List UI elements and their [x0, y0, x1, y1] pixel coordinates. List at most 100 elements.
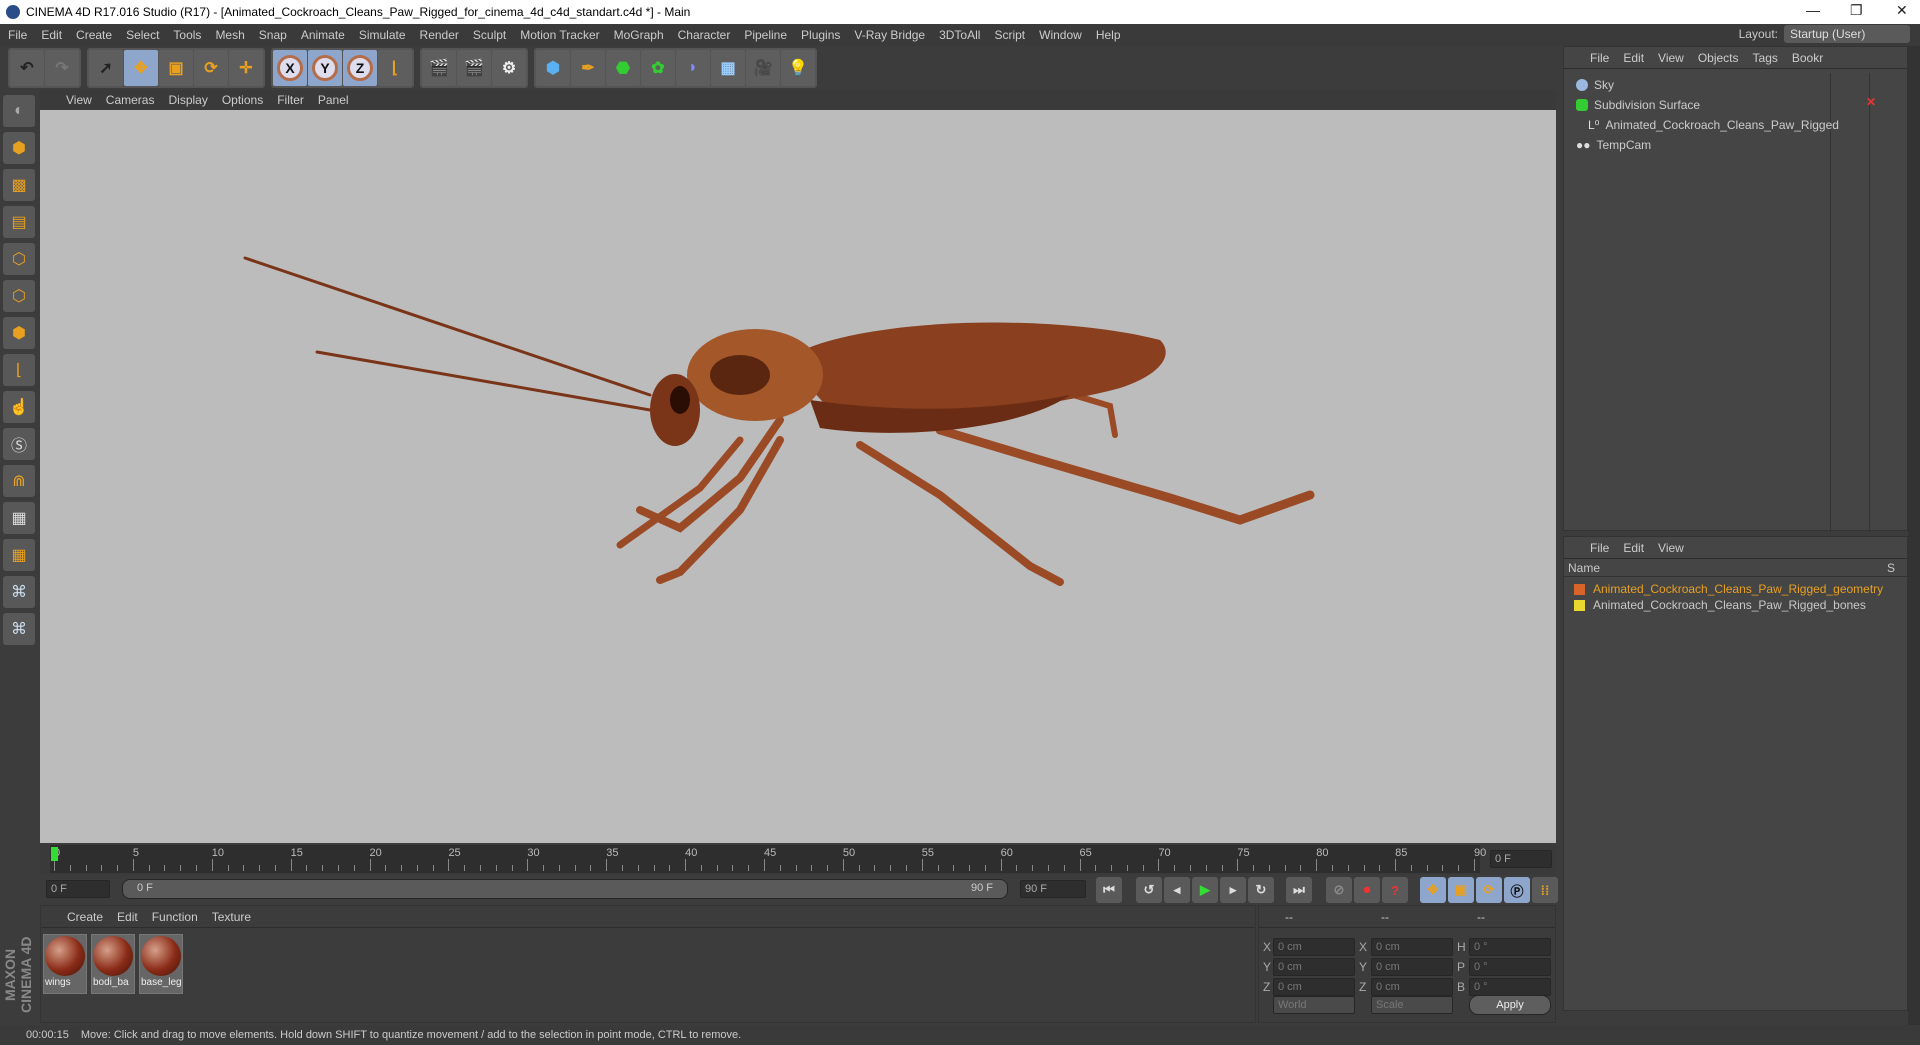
coordinate-system-icon[interactable]: ⌊	[378, 50, 412, 86]
size-z-field[interactable]: 0 cm	[1371, 978, 1453, 996]
close-button[interactable]: ✕	[1896, 2, 1908, 19]
autokey-icon[interactable]: ⏺	[1354, 877, 1380, 903]
layer-menu-view[interactable]: View	[1658, 541, 1684, 555]
key-position-icon[interactable]: ✥	[1420, 877, 1446, 903]
object-menu-objects[interactable]: Objects	[1698, 51, 1739, 65]
next-key-icon[interactable]: ↻	[1248, 877, 1274, 903]
grid-icon[interactable]: ▦	[3, 539, 35, 571]
edges-mode-icon[interactable]: ⬡	[3, 280, 35, 312]
frame-range-slider[interactable]: 0 F 90 F	[122, 879, 1008, 899]
menu-mesh[interactable]: Mesh	[215, 28, 244, 42]
timeline-ruler[interactable]: 051015202530354045505560657075808590 0 F	[40, 845, 1556, 875]
points-mode-icon[interactable]: ⬡	[3, 243, 35, 275]
x-axis-lock[interactable]: X	[273, 50, 307, 86]
camera-icon[interactable]: 🎥	[746, 50, 780, 86]
python-script-icon[interactable]: ⌘	[3, 613, 35, 645]
viewport-menu-display[interactable]: Display	[168, 93, 207, 107]
menu-render[interactable]: Render	[420, 28, 459, 42]
floor-icon[interactable]: ▦	[711, 50, 745, 86]
menu-file[interactable]: File	[8, 28, 27, 42]
material-menu-texture[interactable]: Texture	[212, 910, 251, 924]
key-rotation-icon[interactable]: ⟳	[1476, 877, 1502, 903]
menu-create[interactable]: Create	[76, 28, 112, 42]
snap-icon[interactable]: Ⓢ	[3, 428, 35, 460]
object-cockroach[interactable]: L⁰ Animated_Cockroach_Cleans_Paw_Rigged	[1564, 115, 1839, 135]
polygons-mode-icon[interactable]: ⬢	[3, 317, 35, 349]
minimize-button[interactable]: —	[1806, 2, 1820, 18]
magnet-icon[interactable]: ⋒	[3, 465, 35, 497]
material-wings[interactable]: wings	[43, 934, 87, 994]
menu-help[interactable]: Help	[1096, 28, 1121, 42]
redo-icon[interactable]: ↷	[45, 50, 79, 86]
workplane-icon[interactable]: ▤	[3, 206, 35, 238]
object-subdivision-surface[interactable]: Subdivision Surface	[1564, 95, 1829, 115]
recent-tool-icon[interactable]: ✛	[229, 50, 263, 86]
layout-dropdown[interactable]: Startup (User)	[1784, 25, 1910, 43]
select-tool-icon[interactable]: ➚	[89, 50, 123, 86]
menu-3dtoall[interactable]: 3DToAll	[939, 28, 980, 42]
menu-animate[interactable]: Animate	[301, 28, 345, 42]
menu-motion-tracker[interactable]: Motion Tracker	[520, 28, 599, 42]
apply-button[interactable]: Apply	[1469, 995, 1551, 1015]
viewport-menu-view[interactable]: View	[66, 93, 92, 107]
object-tempcam[interactable]: ●● TempCam	[1564, 135, 1829, 155]
disabled-x-icon[interactable]: ✕	[1866, 95, 1876, 109]
3d-viewport[interactable]	[40, 110, 1556, 843]
subdivision-icon[interactable]: ⬣	[606, 50, 640, 86]
menu-sculpt[interactable]: Sculpt	[473, 28, 506, 42]
rotate-tool-icon[interactable]: ⟳	[194, 50, 228, 86]
previous-frame-icon[interactable]: ◂	[1164, 877, 1190, 903]
menu-select[interactable]: Select	[126, 28, 159, 42]
menu-pipeline[interactable]: Pipeline	[744, 28, 787, 42]
scale-tool-icon[interactable]: ▣	[159, 50, 193, 86]
y-axis-lock[interactable]: Y	[308, 50, 342, 86]
object-menu-edit[interactable]: Edit	[1623, 51, 1644, 65]
menu-simulate[interactable]: Simulate	[359, 28, 406, 42]
object-sky[interactable]: Sky	[1564, 75, 1829, 95]
layer-geometry[interactable]: Animated_Cockroach_Cleans_Paw_Rigged_geo…	[1574, 581, 1883, 597]
material-bodi-ba[interactable]: bodi_ba	[91, 934, 135, 994]
z-axis-lock[interactable]: Z	[343, 50, 377, 86]
menu-edit[interactable]: Edit	[41, 28, 62, 42]
menu-snap[interactable]: Snap	[259, 28, 287, 42]
position-x-field[interactable]: 0 cm	[1273, 938, 1355, 956]
object-menu-bookr[interactable]: Bookr	[1792, 51, 1823, 65]
key-scale-icon[interactable]: ▣	[1448, 877, 1474, 903]
viewport-menu-filter[interactable]: Filter	[277, 93, 304, 107]
viewport-menu-options[interactable]: Options	[222, 93, 263, 107]
size-mode-dropdown[interactable]: Scale	[1371, 996, 1453, 1014]
workplane-lock-icon[interactable]: ▦	[3, 502, 35, 534]
undo-icon[interactable]: ↶	[10, 50, 44, 86]
light-icon[interactable]: 💡	[781, 50, 815, 86]
texture-mode-icon[interactable]: ▩	[3, 169, 35, 201]
previous-key-icon[interactable]: ↺	[1136, 877, 1162, 903]
object-menu-file[interactable]: File	[1590, 51, 1609, 65]
axis-mode-icon[interactable]: ⌊	[3, 354, 35, 386]
cube-icon[interactable]: ⬢	[536, 50, 570, 86]
start-frame-field[interactable]: 0 F	[46, 880, 110, 898]
rotation-h-field[interactable]: 0 °	[1469, 938, 1551, 956]
key-pla-icon[interactable]: ⁞⁞	[1532, 877, 1558, 903]
coordinate-space-dropdown[interactable]: World	[1273, 996, 1355, 1014]
side-tabs[interactable]	[1908, 46, 1920, 1026]
render-picture-viewer-icon[interactable]: 🎬	[457, 50, 491, 86]
material-menu-function[interactable]: Function	[152, 910, 198, 924]
render-settings-icon[interactable]: ⚙	[492, 50, 526, 86]
pen-spline-icon[interactable]: ✒	[571, 50, 605, 86]
deformer-icon[interactable]: ◗	[676, 50, 710, 86]
menu-v-ray-bridge[interactable]: V-Ray Bridge	[854, 28, 925, 42]
rotation-b-field[interactable]: 0 °	[1469, 978, 1551, 996]
python-icon[interactable]: ⌘	[3, 576, 35, 608]
make-editable-icon[interactable]: ◐	[3, 95, 35, 127]
cloner-icon[interactable]: ✿	[641, 50, 675, 86]
next-frame-icon[interactable]: ▸	[1220, 877, 1246, 903]
end-frame-field[interactable]: 90 F	[1020, 880, 1086, 898]
material-menu-edit[interactable]: Edit	[117, 910, 138, 924]
menu-mograph[interactable]: MoGraph	[614, 28, 664, 42]
keyframe-selection-icon[interactable]: ?	[1382, 877, 1408, 903]
material-base-leg[interactable]: base_leg	[139, 934, 183, 994]
current-frame-field[interactable]: 0 F	[1490, 850, 1552, 868]
model-mode-icon[interactable]: ⬢	[3, 132, 35, 164]
render-view-icon[interactable]: 🎬	[422, 50, 456, 86]
material-menu-create[interactable]: Create	[67, 910, 103, 924]
